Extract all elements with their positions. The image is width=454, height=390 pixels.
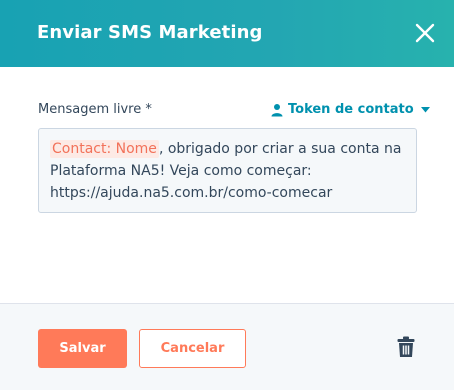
close-icon[interactable]	[414, 22, 436, 44]
trash-icon[interactable]	[397, 336, 415, 358]
contact-name-token[interactable]: Contact: Nome	[50, 140, 159, 158]
contact-token-link[interactable]: Token de contato	[271, 102, 430, 117]
person-icon	[271, 103, 283, 116]
dialog-footer: Salvar Cancelar	[0, 304, 454, 390]
dialog-title: Enviar SMS Marketing	[37, 22, 263, 43]
contact-token-label: Token de contato	[288, 102, 414, 117]
caret-down-icon	[420, 106, 430, 112]
dialog-body: Mensagem livre * Token de contato Contac…	[0, 67, 454, 303]
cancel-button[interactable]: Cancelar	[139, 329, 246, 368]
message-textarea[interactable]: Contact: Nome, obrigado por criar a sua …	[38, 128, 417, 213]
dialog-header: Enviar SMS Marketing	[0, 0, 454, 67]
message-field-label: Mensagem livre *	[38, 102, 152, 117]
save-button[interactable]: Salvar	[38, 329, 127, 368]
